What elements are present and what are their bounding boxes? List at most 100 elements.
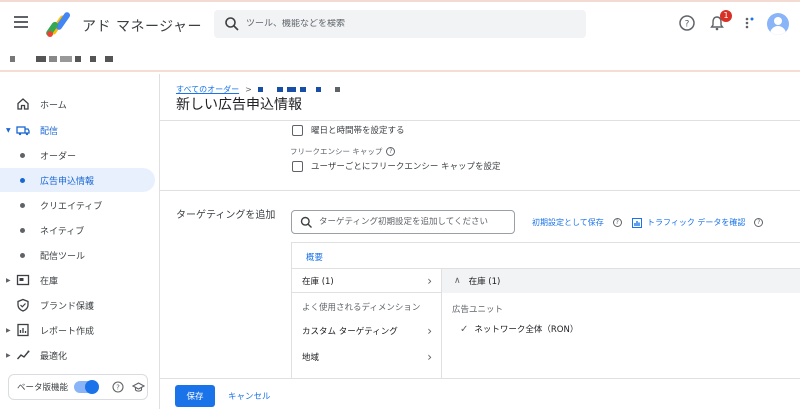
freq-cap-checkbox[interactable]: [292, 160, 303, 172]
sidebar-item-optimization[interactable]: ▶ 最適化: [0, 343, 155, 367]
caret-right-icon: ▶: [6, 326, 11, 334]
dimension-geography[interactable]: 地域 ›: [292, 345, 442, 369]
cancel-button[interactable]: キャンセル: [222, 385, 277, 407]
save-as-default-link[interactable]: 初期設定として保存 ?: [532, 217, 622, 228]
network-name-redacted: [10, 56, 113, 62]
targeting-search[interactable]: [291, 210, 515, 234]
sidebar-item-delivery[interactable]: ▼ 配信: [0, 118, 155, 142]
dimension-inventory[interactable]: 在庫 (1) ›: [292, 269, 442, 293]
help-icon[interactable]: ?: [386, 147, 396, 156]
avatar[interactable]: [767, 13, 789, 35]
sidebar-item-label: ネイティブ: [40, 226, 85, 237]
help-icon[interactable]: ?: [678, 14, 696, 32]
sidebar-item-native[interactable]: ネイティブ: [0, 218, 155, 242]
daypart-checkbox[interactable]: [292, 124, 303, 136]
sidebar-item-label: 配信: [40, 126, 59, 137]
search-icon: [225, 17, 239, 31]
sidebar-item-label: 最適化: [40, 351, 68, 362]
beta-toggle[interactable]: [74, 380, 100, 394]
selected-inventory-header[interactable]: ∧ 在庫 (1): [442, 269, 800, 293]
view-traffic-link[interactable]: トラフィック データを確認 ?: [632, 217, 764, 228]
sidebar-item-delivery-tools[interactable]: 配信ツール: [0, 243, 155, 267]
shield-icon: [17, 298, 29, 312]
chart-icon: [632, 217, 642, 228]
sidebar-item-orders[interactable]: オーダー: [0, 143, 155, 167]
beta-features-panel: ベータ版機能 ?: [8, 374, 148, 400]
freq-cap-heading: フリークエンシー キャップ ?: [290, 146, 396, 157]
caret-right-icon: ▶: [6, 351, 11, 359]
tab-overview[interactable]: 概要: [306, 251, 323, 263]
freq-cap-title: フリークエンシー キャップ: [290, 147, 383, 156]
divider: [160, 190, 800, 191]
apps-icon[interactable]: [740, 14, 758, 32]
school-icon[interactable]: [132, 381, 146, 393]
caret-down-icon: ▼: [6, 126, 11, 134]
sidebar-item-label: クリエイティブ: [40, 201, 103, 212]
freq-cap-option[interactable]: ユーザーごとにフリークエンシー キャップを設定: [292, 160, 501, 172]
daypart-option[interactable]: 曜日と時間帯を設定する: [292, 124, 405, 136]
bullet-icon: [20, 227, 25, 233]
notification-badge: 1: [720, 10, 732, 22]
selected-ad-unit: ✓ ネットワーク全体（RON）: [460, 323, 579, 336]
sidebar-item-label: ホーム: [40, 100, 67, 111]
selected-ad-unit-label: ネットワーク全体（RON）: [474, 325, 579, 335]
app-title: アド マネージャー: [82, 19, 202, 35]
dimension-custom-targeting[interactable]: カスタム ターゲティング ›: [292, 319, 442, 343]
help-icon[interactable]: ?: [612, 218, 622, 227]
sidebar-item-home[interactable]: ホーム: [0, 92, 155, 116]
breadcrumb-order-redacted[interactable]: [257, 87, 340, 92]
bullet-icon: [20, 202, 25, 208]
dimension-label: 地域: [302, 353, 320, 363]
save-as-default-label: 初期設定として保存: [532, 218, 604, 227]
inventory-icon: [16, 274, 30, 286]
view-traffic-label: トラフィック データを確認: [647, 218, 746, 227]
divider: [160, 120, 800, 121]
search-icon: [300, 216, 312, 228]
sidebar-item-label: 広告申込情報: [40, 176, 95, 187]
sidebar-item-label: レポート作成: [40, 326, 95, 337]
sidebar-item-label: ブランド保護: [40, 301, 95, 312]
checkbox-label: 曜日と時間帯を設定する: [311, 126, 405, 136]
chevron-right-icon: ›: [427, 324, 432, 338]
menu-icon[interactable]: [14, 16, 28, 28]
sidebar-item-brand-safety[interactable]: ブランド保護: [0, 293, 155, 317]
top-app-bar: アド マネージャー ? 1: [0, 0, 800, 44]
caret-right-icon: ▶: [6, 276, 11, 284]
help-icon[interactable]: ?: [112, 381, 124, 393]
global-search[interactable]: [214, 10, 586, 38]
page-title: 新しい広告申込情報: [176, 97, 302, 113]
chevron-right-icon: ›: [427, 273, 432, 288]
selected-inventory-label: 在庫 (1): [468, 277, 501, 287]
bullet-icon: [20, 152, 25, 158]
targeting-panel: 概要 在庫 (1) › よく使用されるディメンション カスタム ターゲティング …: [291, 242, 800, 379]
delivery-truck-icon: [16, 126, 30, 136]
search-input[interactable]: [246, 19, 546, 29]
ad-unit-heading: 広告ユニット: [452, 305, 504, 315]
targeting-section-label: ターゲティングを追加: [176, 210, 276, 221]
sidebar-item-label: 在庫: [40, 276, 59, 287]
form-footer: 保存 キャンセル: [160, 378, 800, 409]
sidebar-item-label: 配信ツール: [40, 251, 86, 262]
dimension-group-heading: よく使用されるディメンション: [302, 303, 421, 313]
chevron-up-icon: ∧: [454, 276, 461, 286]
dimension-label: 在庫 (1): [302, 276, 334, 287]
check-icon: ✓: [460, 323, 469, 335]
network-bar: [0, 44, 800, 72]
sidebar-item-creatives[interactable]: クリエイティブ: [0, 193, 155, 217]
breadcrumb-separator: >: [245, 85, 252, 94]
trend-icon: [16, 350, 30, 360]
sidebar-item-inventory[interactable]: ▶ 在庫: [0, 268, 155, 292]
sidebar-item-label: オーダー: [40, 151, 77, 162]
sidebar-item-reporting[interactable]: ▶ レポート作成: [0, 318, 155, 342]
report-icon: [17, 323, 29, 337]
chevron-right-icon: ›: [427, 350, 432, 364]
main-content: すべてのオーダー > 新しい広告申込情報 曜日と時間帯を設定する フリークエンシ…: [160, 74, 800, 409]
sidebar-item-line-items[interactable]: 広告申込情報: [0, 168, 155, 192]
targeting-search-input[interactable]: [319, 217, 509, 227]
bullet-icon: [20, 177, 25, 183]
save-button[interactable]: 保存: [175, 385, 215, 407]
help-icon[interactable]: ?: [754, 218, 764, 227]
dimension-list: 在庫 (1) › よく使用されるディメンション カスタム ターゲティング › 地…: [292, 269, 442, 378]
selected-targeting: ∧ 在庫 (1) 広告ユニット ✓ ネットワーク全体（RON）: [442, 269, 800, 378]
checkbox-label: ユーザーごとにフリークエンシー キャップを設定: [311, 162, 501, 172]
